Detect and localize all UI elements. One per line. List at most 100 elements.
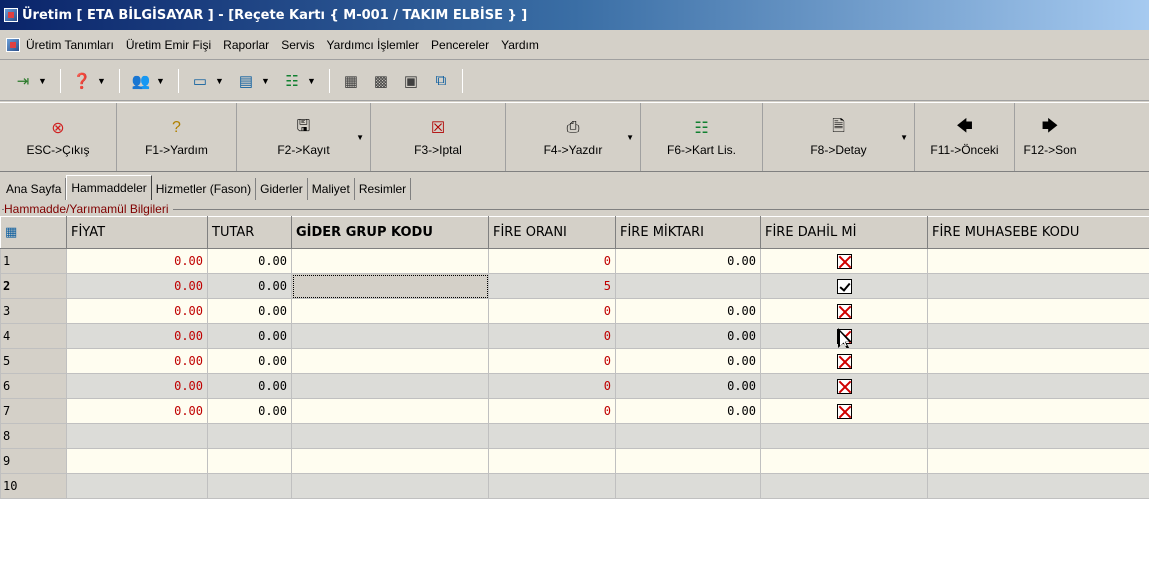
cell-fire-dahil-mi[interactable] [760,248,928,274]
cell-fire-miktari[interactable] [615,448,761,474]
cell-tutar[interactable]: 0.00 [207,248,292,274]
menu-pencereler[interactable]: Pencereler [431,38,489,52]
menu-servis[interactable]: Servis [281,38,314,52]
cell-fiyat[interactable]: 0.00 [66,348,208,374]
checkbox-unchecked-icon[interactable] [836,253,852,269]
table-row[interactable]: 7 0.00 0.00 0 0.00 [0,398,1149,424]
cell-fire-miktari[interactable] [615,473,761,499]
f12-son-button[interactable]: 🡆 F12->Son [1015,103,1085,171]
cell-fiyat[interactable]: 0.00 [66,248,208,274]
cell-tutar[interactable] [207,448,292,474]
cell-fire-muhasebe-kodu[interactable] [927,273,1149,299]
chevron-down-icon[interactable]: ▼ [97,76,107,86]
cell-tutar[interactable]: 0.00 [207,398,292,424]
menu-uretim-tanimlari[interactable]: Üretim Tanımları [26,38,114,52]
cell-gider-grup-kodu[interactable] [291,273,489,299]
row-number[interactable]: 6 [0,373,67,399]
row-number[interactable]: 7 [0,398,67,424]
f1-yardim-button[interactable]: ? F1->Yardım [117,103,237,171]
document-icon[interactable] [6,37,20,52]
help-icon[interactable]: ❓ [71,70,93,92]
cell-fire-miktari[interactable] [615,423,761,449]
chevron-down-icon[interactable]: ▼ [38,76,48,86]
calendar-icon[interactable]: ▦ [340,70,362,92]
cell-fire-muhasebe-kodu[interactable] [927,448,1149,474]
table-row[interactable]: 3 0.00 0.00 0 0.00 [0,298,1149,324]
f11-onceki-button[interactable]: 🡄 F11->Önceki [915,103,1015,171]
cell-fire-miktari[interactable]: 0.00 [615,398,761,424]
table-row[interactable]: 5 0.00 0.00 0 0.00 [0,348,1149,374]
cell-fiyat[interactable] [66,473,208,499]
cell-gider-grup-kodu[interactable] [291,373,489,399]
chevron-down-icon[interactable]: ▼ [307,76,317,86]
cell-fire-muhasebe-kodu[interactable] [927,323,1149,349]
cell-gider-grup-kodu[interactable] [291,423,489,449]
row-number[interactable]: 1 [0,248,67,274]
notes-icon[interactable]: ▣ [400,70,422,92]
tab-hizmetler[interactable]: Hizmetler (Fason) [152,178,257,200]
row-number[interactable]: 8 [0,423,67,449]
table-row[interactable]: 8 [0,423,1149,449]
cell-fire-dahil-mi[interactable] [760,448,928,474]
table-row[interactable]: 4 0.00 0.00 0 0.00 [0,323,1149,349]
f8-detay-button[interactable]: 🗎 F8->Detay ▼ [763,103,915,171]
cell-fire-muhasebe-kodu[interactable] [927,373,1149,399]
cell-tutar[interactable] [207,473,292,499]
cell-fire-muhasebe-kodu[interactable] [927,423,1149,449]
list-icon[interactable]: ☷ [281,70,303,92]
table-row[interactable]: 9 [0,448,1149,474]
cell-fire-dahil-mi[interactable] [760,398,928,424]
cell-fire-miktari[interactable]: 0.00 [615,323,761,349]
checkbox-unchecked-icon[interactable] [836,378,852,394]
col-fire-muhasebe-kodu[interactable]: FİRE MUHASEBE KODU [927,216,1149,249]
cell-fire-muhasebe-kodu[interactable] [927,348,1149,374]
table-row[interactable]: 10 [0,473,1149,499]
cell-tutar[interactable]: 0.00 [207,273,292,299]
row-number[interactable]: 4 [0,323,67,349]
tab-resimler[interactable]: Resimler [355,178,412,200]
table-row[interactable]: 6 0.00 0.00 0 0.00 [0,373,1149,399]
cell-gider-grup-kodu[interactable] [291,448,489,474]
menu-raporlar[interactable]: Raporlar [223,38,269,52]
cell-fiyat[interactable]: 0.00 [66,273,208,299]
cell-tutar[interactable] [207,423,292,449]
cell-fire-orani[interactable]: 0 [488,373,616,399]
cell-tutar[interactable]: 0.00 [207,298,292,324]
col-fire-orani[interactable]: FİRE ORANI [488,216,616,249]
cell-fire-muhasebe-kodu[interactable] [927,398,1149,424]
cell-fire-miktari[interactable]: 0.00 [615,348,761,374]
cell-fiyat[interactable]: 0.00 [66,323,208,349]
cell-gider-grup-kodu[interactable] [291,473,489,499]
chevron-down-icon[interactable]: ▼ [900,133,908,142]
cell-gider-grup-kodu[interactable] [291,248,489,274]
col-fiyat[interactable]: FİYAT [66,216,208,249]
cell-fire-dahil-mi[interactable] [760,273,928,299]
menu-yardimci-islemler[interactable]: Yardımcı İşlemler [327,38,419,52]
cell-fire-miktari[interactable] [615,273,761,299]
cell-gider-grup-kodu[interactable] [291,323,489,349]
tab-hammaddeler[interactable]: Hammaddeler [66,175,152,200]
row-number[interactable]: 2 [0,273,67,299]
cell-fire-dahil-mi[interactable] [760,423,928,449]
chevron-down-icon[interactable]: ▼ [215,76,225,86]
cell-fire-orani[interactable]: 5 [488,273,616,299]
checkbox-checked-icon[interactable] [836,278,852,294]
cell-fiyat[interactable] [66,423,208,449]
f3-iptal-button[interactable]: ☒ F3->Iptal [371,103,506,171]
checkbox-unchecked-icon[interactable] [836,353,852,369]
chevron-down-icon[interactable]: ▼ [626,133,634,142]
cell-fiyat[interactable]: 0.00 [66,373,208,399]
cell-fire-orani[interactable]: 0 [488,298,616,324]
cell-fire-dahil-mi[interactable] [760,298,928,324]
cell-fire-miktari[interactable]: 0.00 [615,373,761,399]
cell-fiyat[interactable]: 0.00 [66,398,208,424]
tab-ana-sayfa[interactable]: Ana Sayfa [2,178,67,200]
cell-fire-dahil-mi[interactable] [760,473,928,499]
cell-fiyat[interactable]: 0.00 [66,298,208,324]
esc-cikis-button[interactable]: ⊗ ESC->Çıkış [0,103,117,171]
cell-fiyat[interactable] [66,448,208,474]
tab-giderler[interactable]: Giderler [256,178,308,200]
cell-fire-dahil-mi[interactable] [760,348,928,374]
checkbox-unchecked-icon[interactable] [836,303,852,319]
windows-icon[interactable]: ⧉ [430,70,452,92]
